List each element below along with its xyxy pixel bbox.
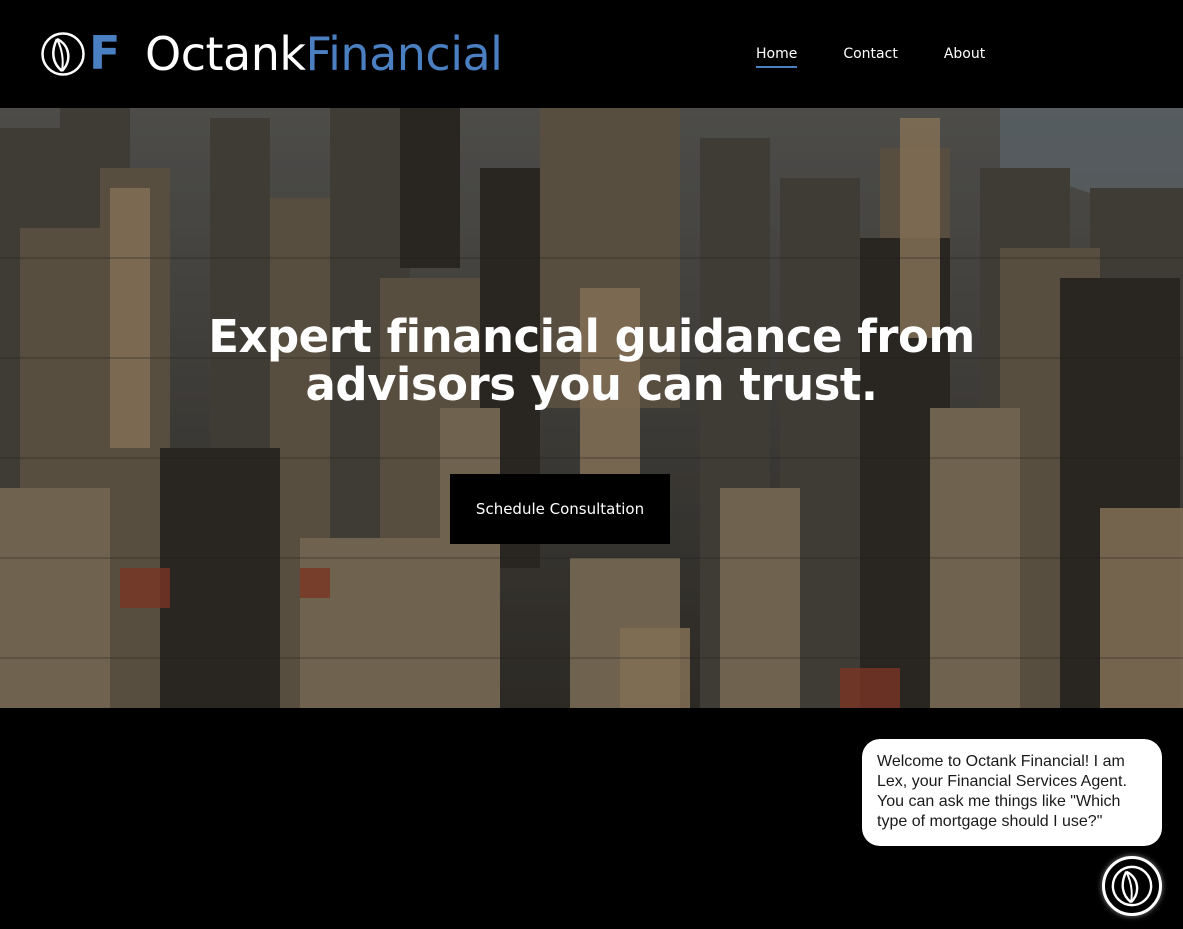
schedule-consultation-button[interactable]: Schedule Consultation [450,474,670,544]
hero-title-line-1: Expert financial guidance from [208,310,975,363]
nav-about[interactable]: About [944,45,985,63]
chat-launcher-button[interactable] [1102,856,1162,916]
brand-name[interactable]: OctankFinancial [145,27,503,81]
chat-welcome-bubble[interactable]: Welcome to Octank Financial! I am Lex, y… [862,739,1162,846]
logo[interactable]: F [40,30,120,78]
main-nav: Home Contact About [756,45,985,68]
hero-title-line-2: advisors you can trust. [305,358,878,411]
logo-letter: F [89,26,121,80]
brand-part-1: Octank [145,27,306,81]
octank-leaf-icon [41,32,85,76]
site-header: F OctankFinancial Home Contact About [0,0,1183,108]
hero-section: Expert financial guidance from advisors … [0,108,1183,708]
brand-part-2: Financial [305,27,503,81]
octank-leaf-icon [1111,865,1153,907]
hero-title: Expert financial guidance from advisors … [0,313,1183,409]
nav-home[interactable]: Home [756,45,798,68]
nav-contact[interactable]: Contact [843,45,897,63]
